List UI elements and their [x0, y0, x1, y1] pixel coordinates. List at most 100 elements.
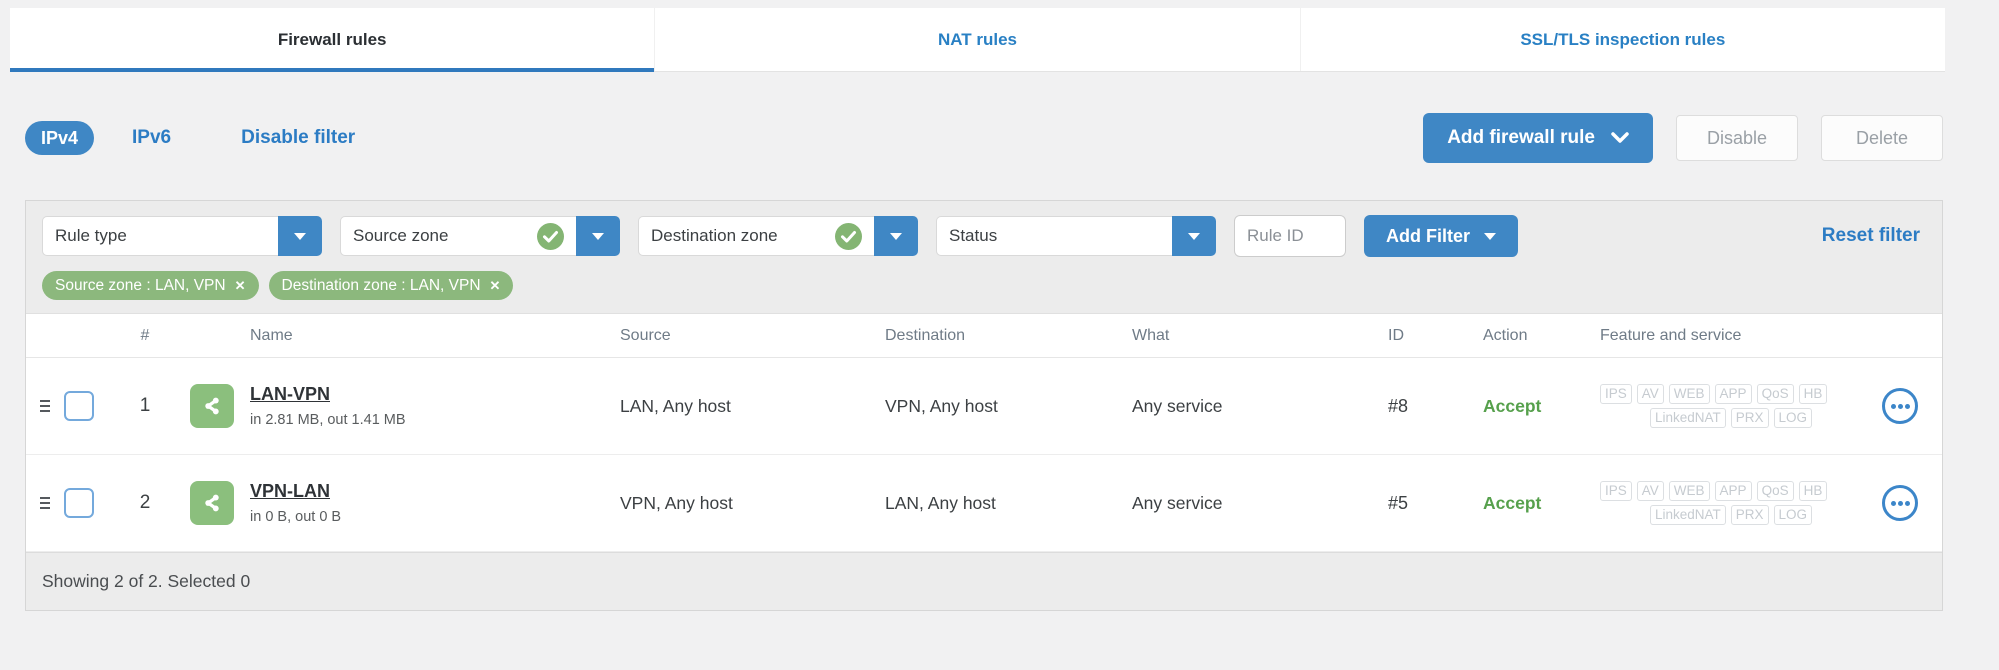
- status-field: Status: [936, 216, 1172, 256]
- network-rule-icon[interactable]: [190, 481, 234, 525]
- tab-nat-rules[interactable]: NAT rules: [655, 8, 1301, 71]
- toolbar-actions: Add firewall rule Disable Delete: [1423, 113, 1943, 163]
- disable-button-label: Disable: [1706, 127, 1768, 148]
- badge-web: WEB: [1668, 481, 1710, 501]
- tab-firewall-rules-label: Firewall rules: [277, 29, 387, 49]
- status-label: Status: [949, 226, 998, 245]
- what-cell: Any service: [1132, 492, 1223, 513]
- tab-ssl-tls-rules-label: SSL/TLS inspection rules: [1520, 29, 1726, 49]
- add-filter-label: Add Filter: [1386, 225, 1470, 246]
- tab-nat-rules-label: NAT rules: [937, 29, 1018, 49]
- rule-id-cell: #5: [1388, 492, 1409, 513]
- badge-web: WEB: [1668, 384, 1710, 404]
- status-dropdown[interactable]: Status: [936, 216, 1216, 256]
- col-header-num: #: [140, 326, 150, 344]
- filter-area: Rule type Source zone Destination zone S…: [26, 201, 1942, 314]
- tab-firewall-rules[interactable]: Firewall rules: [10, 8, 656, 72]
- firewall-rules-panel: Rule type Source zone Destination zone S…: [25, 200, 1943, 611]
- table-footer: Showing 2 of 2. Selected 0: [26, 552, 1942, 610]
- row-menu-button[interactable]: [1882, 388, 1918, 424]
- check-circle-icon: [537, 222, 564, 250]
- table-row: 1 LAN-VPN in 2.81 MB, out 1.41 MB LAN, A…: [26, 358, 1942, 455]
- ipv4-toggle[interactable]: IPv4: [25, 121, 95, 155]
- source-zone-dropdown[interactable]: Source zone: [340, 216, 620, 256]
- source-cell: VPN, Any host: [620, 492, 733, 513]
- rule-type-dropdown[interactable]: Rule type: [42, 216, 322, 256]
- chevron-down-icon: [294, 232, 306, 240]
- toolbar: IPv4 IPv6 Disable filter Add firewall ru…: [25, 112, 1943, 164]
- rule-type-dropdown-button[interactable]: [278, 216, 322, 256]
- network-rule-icon[interactable]: [190, 384, 234, 428]
- rule-traffic-stats: in 0 B, out 0 B: [250, 509, 342, 525]
- what-cell: Any service: [1132, 395, 1223, 416]
- col-header-source: Source: [620, 326, 671, 344]
- badge-prx: PRX: [1730, 505, 1769, 525]
- col-header-action: Action: [1483, 326, 1528, 344]
- badge-prx: PRX: [1730, 408, 1769, 428]
- row-count-summary: Showing 2 of 2. Selected 0: [42, 571, 251, 591]
- status-dropdown-button[interactable]: [1172, 216, 1216, 256]
- table-row: 2 VPN-LAN in 0 B, out 0 B VPN, Any host …: [26, 455, 1942, 552]
- chevron-down-icon: [1484, 232, 1496, 240]
- destination-zone-chip-label: Destination zone : LAN, VPN: [281, 276, 481, 294]
- tab-ssl-tls-rules[interactable]: SSL/TLS inspection rules: [1301, 8, 1945, 71]
- badge-hb: HB: [1798, 481, 1828, 501]
- rule-type-field: Rule type: [42, 216, 278, 256]
- badge-log: LOG: [1773, 408, 1813, 428]
- add-firewall-rule-button[interactable]: Add firewall rule: [1423, 113, 1653, 163]
- delete-button-label: Delete: [1855, 127, 1909, 148]
- source-zone-dropdown-button[interactable]: [576, 216, 620, 256]
- destination-zone-dropdown[interactable]: Destination zone: [638, 216, 918, 256]
- filter-row: Rule type Source zone Destination zone S…: [42, 215, 1926, 257]
- badge-ips: IPS: [1600, 384, 1632, 404]
- badge-hb: HB: [1798, 384, 1828, 404]
- delete-button[interactable]: Delete: [1821, 115, 1943, 161]
- badge-av: AV: [1636, 481, 1664, 501]
- action-cell: Accept: [1483, 395, 1542, 416]
- row-checkbox[interactable]: [64, 488, 94, 518]
- destination-zone-dropdown-button[interactable]: [874, 216, 918, 256]
- badge-app: APP: [1714, 384, 1752, 404]
- chevron-down-icon: [890, 232, 902, 240]
- destination-cell: VPN, Any host: [885, 395, 998, 416]
- col-header-what: What: [1132, 326, 1170, 344]
- tab-bar: Firewall rules NAT rules SSL/TLS inspect…: [10, 8, 1945, 72]
- row-checkbox[interactable]: [64, 391, 94, 421]
- ipv4-label: IPv4: [41, 127, 79, 148]
- share-icon: [205, 397, 219, 415]
- row-number: 2: [139, 492, 151, 513]
- badge-log: LOG: [1773, 505, 1813, 525]
- badge-qos: QoS: [1756, 481, 1794, 501]
- drag-handle-icon[interactable]: [26, 497, 64, 509]
- ipv6-toggle[interactable]: IPv6: [132, 127, 171, 149]
- drag-handle-icon[interactable]: [26, 400, 64, 412]
- rule-name-link[interactable]: VPN-LAN: [250, 481, 341, 502]
- col-header-destination: Destination: [885, 326, 966, 344]
- add-filter-button[interactable]: Add Filter: [1364, 215, 1518, 257]
- disable-filter-link[interactable]: Disable filter: [241, 127, 355, 149]
- source-zone-label: Source zone: [353, 226, 449, 245]
- add-firewall-rule-label: Add firewall rule: [1447, 127, 1595, 148]
- disable-button[interactable]: Disable: [1676, 115, 1798, 161]
- destination-zone-filter-chip: Destination zone : LAN, VPN ✕: [268, 271, 514, 300]
- source-cell: LAN, Any host: [620, 395, 731, 416]
- badge-linkednat: LinkedNAT: [1649, 408, 1726, 428]
- table-header: # Name Source Destination What ID Action…: [26, 314, 1942, 358]
- feature-badges: IPS AV WEB APP QoS HB LinkedNAT PRX LOG: [1600, 384, 1862, 428]
- rule-id-cell: #8: [1388, 395, 1409, 416]
- remove-chip-icon[interactable]: ✕: [235, 279, 246, 292]
- action-cell: Accept: [1483, 492, 1542, 513]
- chevron-down-icon: [1611, 132, 1629, 143]
- row-menu-button[interactable]: [1882, 485, 1918, 521]
- chevron-down-icon: [1188, 232, 1200, 240]
- remove-chip-icon[interactable]: ✕: [490, 279, 501, 292]
- active-filter-chips: Source zone : LAN, VPN ✕ Destination zon…: [42, 271, 1926, 300]
- badge-qos: QoS: [1756, 384, 1794, 404]
- destination-zone-field: Destination zone: [638, 216, 874, 256]
- col-header-name: Name: [250, 326, 293, 344]
- source-zone-chip-label: Source zone : LAN, VPN: [55, 276, 226, 294]
- rule-id-input[interactable]: [1234, 215, 1346, 257]
- reset-filter-link[interactable]: Reset filter: [1822, 225, 1920, 247]
- rule-type-label: Rule type: [55, 226, 127, 245]
- rule-name-link[interactable]: LAN-VPN: [250, 384, 406, 405]
